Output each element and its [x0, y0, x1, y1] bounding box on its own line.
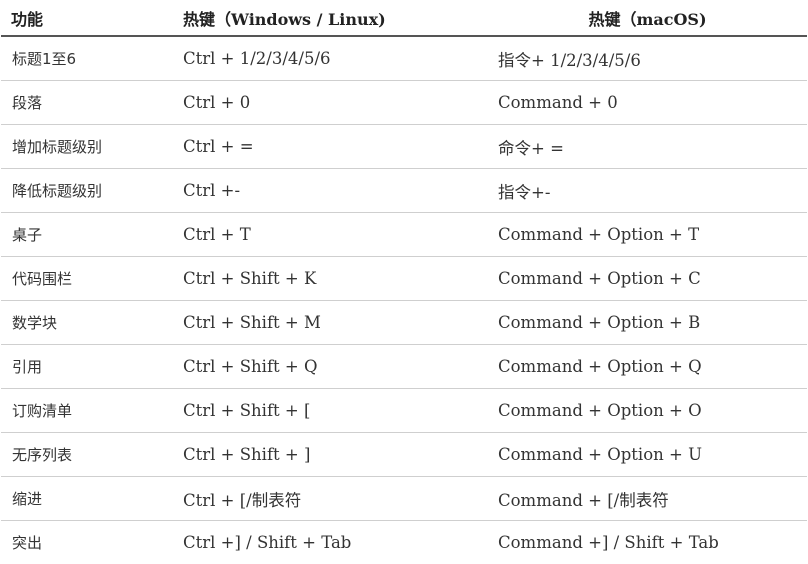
- cell-macos: 命令+ =: [488, 125, 807, 169]
- cell-function: 段落: [1, 81, 173, 125]
- table-row: 增加标题级别 Ctrl + = 命令+ =: [1, 125, 807, 169]
- cell-windows-linux: Ctrl + 1/2/3/4/5/6: [173, 36, 488, 81]
- cell-windows-linux: Ctrl +] / Shift + Tab: [173, 521, 488, 564]
- cell-macos: 指令+-: [488, 169, 807, 213]
- cell-windows-linux: Ctrl + Shift + ]: [173, 433, 488, 477]
- table-row: 缩进 Ctrl + [/制表符 Command + [/制表符: [1, 477, 807, 521]
- cell-function: 订购清单: [1, 389, 173, 433]
- header-windows-linux: 热键（Windows / Linux): [173, 0, 488, 36]
- cell-macos: Command + 0: [488, 81, 807, 125]
- cell-macos: Command + Option + C: [488, 257, 807, 301]
- cell-function: 数学块: [1, 301, 173, 345]
- cell-function: 无序列表: [1, 433, 173, 477]
- cell-function: 增加标题级别: [1, 125, 173, 169]
- table-row: 数学块 Ctrl + Shift + M Command + Option + …: [1, 301, 807, 345]
- hotkey-table: 功能 热键（Windows / Linux) 热键（macOS) 标题1至6 C…: [1, 0, 807, 564]
- cell-windows-linux: Ctrl + Shift + M: [173, 301, 488, 345]
- header-macos: 热键（macOS): [488, 0, 807, 36]
- table-row: 突出 Ctrl +] / Shift + Tab Command +] / Sh…: [1, 521, 807, 564]
- cell-macos: Command + Option + T: [488, 213, 807, 257]
- table-row: 降低标题级别 Ctrl +- 指令+-: [1, 169, 807, 213]
- header-function: 功能: [1, 0, 173, 36]
- cell-macos: Command + Option + B: [488, 301, 807, 345]
- table-row: 订购清单 Ctrl + Shift + [ Command + Option +…: [1, 389, 807, 433]
- cell-function: 标题1至6: [1, 36, 173, 81]
- cell-macos: Command + Option + Q: [488, 345, 807, 389]
- table-row: 标题1至6 Ctrl + 1/2/3/4/5/6 指令+ 1/2/3/4/5/6: [1, 36, 807, 81]
- cell-function: 缩进: [1, 477, 173, 521]
- cell-macos: Command + Option + U: [488, 433, 807, 477]
- cell-macos: Command + [/制表符: [488, 477, 807, 521]
- table-body: 标题1至6 Ctrl + 1/2/3/4/5/6 指令+ 1/2/3/4/5/6…: [1, 36, 807, 564]
- cell-macos: Command +] / Shift + Tab: [488, 521, 807, 564]
- table-row: 桌子 Ctrl + T Command + Option + T: [1, 213, 807, 257]
- table-row: 引用 Ctrl + Shift + Q Command + Option + Q: [1, 345, 807, 389]
- cell-function: 突出: [1, 521, 173, 564]
- cell-macos: Command + Option + O: [488, 389, 807, 433]
- table-row: 段落 Ctrl + 0 Command + 0: [1, 81, 807, 125]
- cell-windows-linux: Ctrl + 0: [173, 81, 488, 125]
- cell-function: 代码围栏: [1, 257, 173, 301]
- cell-windows-linux: Ctrl + Shift + [: [173, 389, 488, 433]
- cell-function: 桌子: [1, 213, 173, 257]
- cell-windows-linux: Ctrl + Shift + Q: [173, 345, 488, 389]
- table-row: 无序列表 Ctrl + Shift + ] Command + Option +…: [1, 433, 807, 477]
- table-row: 代码围栏 Ctrl + Shift + K Command + Option +…: [1, 257, 807, 301]
- cell-windows-linux: Ctrl +-: [173, 169, 488, 213]
- cell-windows-linux: Ctrl + T: [173, 213, 488, 257]
- cell-windows-linux: Ctrl + Shift + K: [173, 257, 488, 301]
- table-header: 功能 热键（Windows / Linux) 热键（macOS): [1, 0, 807, 36]
- cell-macos: 指令+ 1/2/3/4/5/6: [488, 36, 807, 81]
- cell-function: 引用: [1, 345, 173, 389]
- header-row: 功能 热键（Windows / Linux) 热键（macOS): [1, 0, 807, 36]
- cell-function: 降低标题级别: [1, 169, 173, 213]
- cell-windows-linux: Ctrl + [/制表符: [173, 477, 488, 521]
- cell-windows-linux: Ctrl + =: [173, 125, 488, 169]
